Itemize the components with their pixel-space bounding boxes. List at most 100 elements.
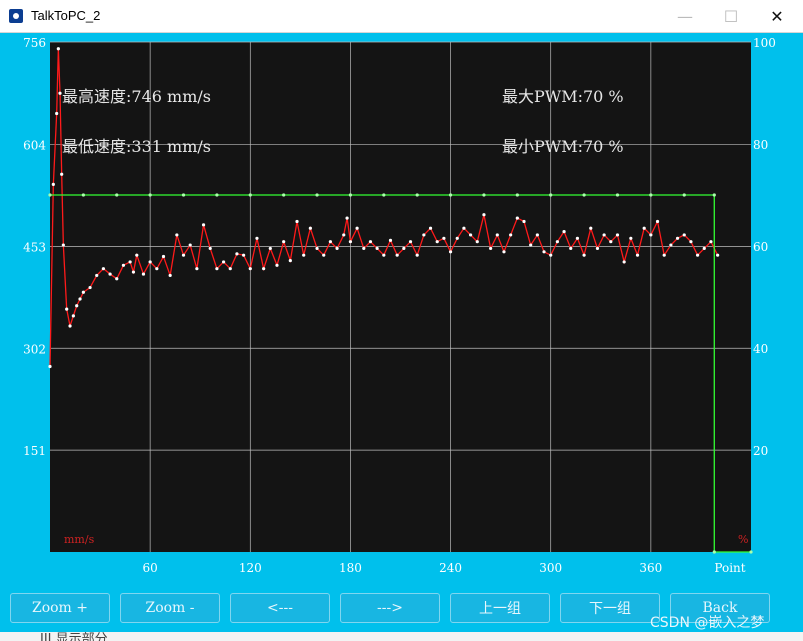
maximize-button[interactable]: ☐ bbox=[708, 0, 754, 32]
speed-point bbox=[95, 273, 99, 278]
speed-point bbox=[609, 240, 613, 244]
speed-point bbox=[462, 226, 466, 230]
x-tick-label: 180 bbox=[339, 561, 362, 575]
plot-background bbox=[50, 42, 751, 552]
max-pwm-label: 最大PWM:70 % bbox=[502, 87, 624, 106]
speed-point bbox=[355, 226, 359, 230]
speed-point bbox=[555, 240, 559, 244]
speed-point bbox=[201, 223, 206, 227]
speed-point bbox=[345, 216, 349, 220]
pwm-point bbox=[549, 193, 553, 197]
speed-point bbox=[542, 250, 546, 254]
speed-point bbox=[168, 273, 172, 278]
pwm-point bbox=[682, 193, 686, 197]
speed-point bbox=[75, 304, 79, 308]
speed-point bbox=[255, 236, 259, 240]
speed-point bbox=[161, 254, 166, 259]
min-pwm-label: 最小PWM:70 % bbox=[502, 137, 624, 156]
pwm-point bbox=[148, 193, 152, 197]
speed-point bbox=[328, 240, 332, 244]
speed-point bbox=[582, 253, 586, 257]
speed-point bbox=[435, 240, 439, 244]
speed-point bbox=[682, 233, 686, 237]
pwm-point bbox=[712, 550, 716, 554]
speed-point bbox=[502, 250, 506, 254]
speed-point bbox=[709, 240, 713, 244]
right-tick-label: 80 bbox=[753, 138, 768, 152]
speed-point bbox=[695, 253, 700, 257]
prev-button[interactable]: <--- bbox=[230, 593, 330, 623]
min-speed-label: 最低速度:331 mm/s bbox=[62, 137, 211, 156]
speed-point bbox=[662, 253, 666, 257]
speed-point bbox=[669, 243, 673, 247]
speed-point bbox=[635, 253, 640, 257]
speed-point bbox=[302, 253, 306, 257]
speed-point bbox=[489, 246, 493, 251]
speed-point bbox=[595, 246, 600, 251]
right-axis-ticks: 20 40 60 80 100 bbox=[753, 36, 776, 458]
speed-point bbox=[235, 252, 239, 256]
pwm-point bbox=[81, 193, 85, 197]
speed-point bbox=[482, 213, 486, 217]
speed-point bbox=[65, 307, 69, 311]
speed-point bbox=[315, 246, 319, 251]
pwm-point bbox=[582, 193, 586, 197]
speed-point bbox=[335, 246, 339, 251]
speed-point bbox=[348, 240, 353, 244]
window-title: TalkToPC_2 bbox=[31, 8, 101, 23]
speed-point bbox=[448, 250, 453, 254]
speed-point bbox=[469, 233, 473, 237]
prev-group-button[interactable]: 上一组 bbox=[450, 593, 550, 623]
right-tick-label: 40 bbox=[753, 342, 768, 356]
pwm-point bbox=[515, 193, 519, 197]
close-button[interactable]: ✕ bbox=[754, 0, 800, 32]
speed-point bbox=[242, 253, 246, 257]
zoom-out-button[interactable]: Zoom - bbox=[120, 593, 220, 623]
next-group-button[interactable]: 下一组 bbox=[560, 593, 660, 623]
speed-point bbox=[208, 246, 212, 251]
pwm-point bbox=[382, 193, 386, 197]
next-button[interactable]: ---> bbox=[340, 593, 440, 623]
speed-point bbox=[629, 236, 633, 240]
speed-point bbox=[181, 253, 186, 257]
speed-point bbox=[282, 240, 286, 244]
speed-point bbox=[642, 226, 646, 230]
pwm-point bbox=[181, 193, 186, 197]
speed-point bbox=[248, 267, 252, 271]
pwm-point bbox=[348, 193, 353, 197]
speed-point bbox=[101, 267, 106, 271]
speed-point bbox=[51, 182, 55, 186]
watermark: CSDN @嵌入之梦 bbox=[650, 615, 765, 631]
app-window: TalkToPC_2 — ☐ ✕ 151 302 453 604 756 20 40 60 8… bbox=[0, 0, 803, 641]
left-tick-label: 756 bbox=[23, 36, 46, 50]
speed-point bbox=[602, 233, 606, 237]
speed-point bbox=[649, 233, 653, 237]
speed-point bbox=[308, 226, 312, 230]
speed-point bbox=[268, 246, 272, 251]
pwm-point bbox=[315, 193, 319, 197]
speed-point bbox=[55, 111, 59, 116]
speed-point bbox=[716, 253, 720, 257]
pwm-point bbox=[615, 193, 620, 197]
speed-point bbox=[622, 260, 626, 264]
speed-point bbox=[262, 267, 266, 271]
right-tick-label: 100 bbox=[753, 36, 776, 50]
speed-point bbox=[60, 172, 64, 176]
speed-point bbox=[675, 236, 680, 240]
left-unit-label: mm/s bbox=[64, 533, 95, 546]
speed-point bbox=[368, 240, 373, 244]
pwm-point bbox=[115, 193, 119, 197]
speed-point bbox=[562, 229, 566, 234]
zoom-in-button[interactable]: Zoom + bbox=[10, 593, 110, 623]
speed-point bbox=[48, 364, 52, 369]
speed-point bbox=[615, 233, 620, 237]
speed-point bbox=[175, 233, 179, 237]
left-tick-label: 151 bbox=[23, 444, 46, 458]
speed-point bbox=[68, 324, 72, 328]
pwm-point bbox=[215, 193, 219, 197]
speed-point bbox=[61, 243, 65, 247]
minimize-button[interactable]: — bbox=[662, 0, 708, 32]
speed-point bbox=[128, 260, 132, 264]
pwm-point bbox=[248, 193, 252, 197]
speed-point bbox=[71, 314, 75, 318]
